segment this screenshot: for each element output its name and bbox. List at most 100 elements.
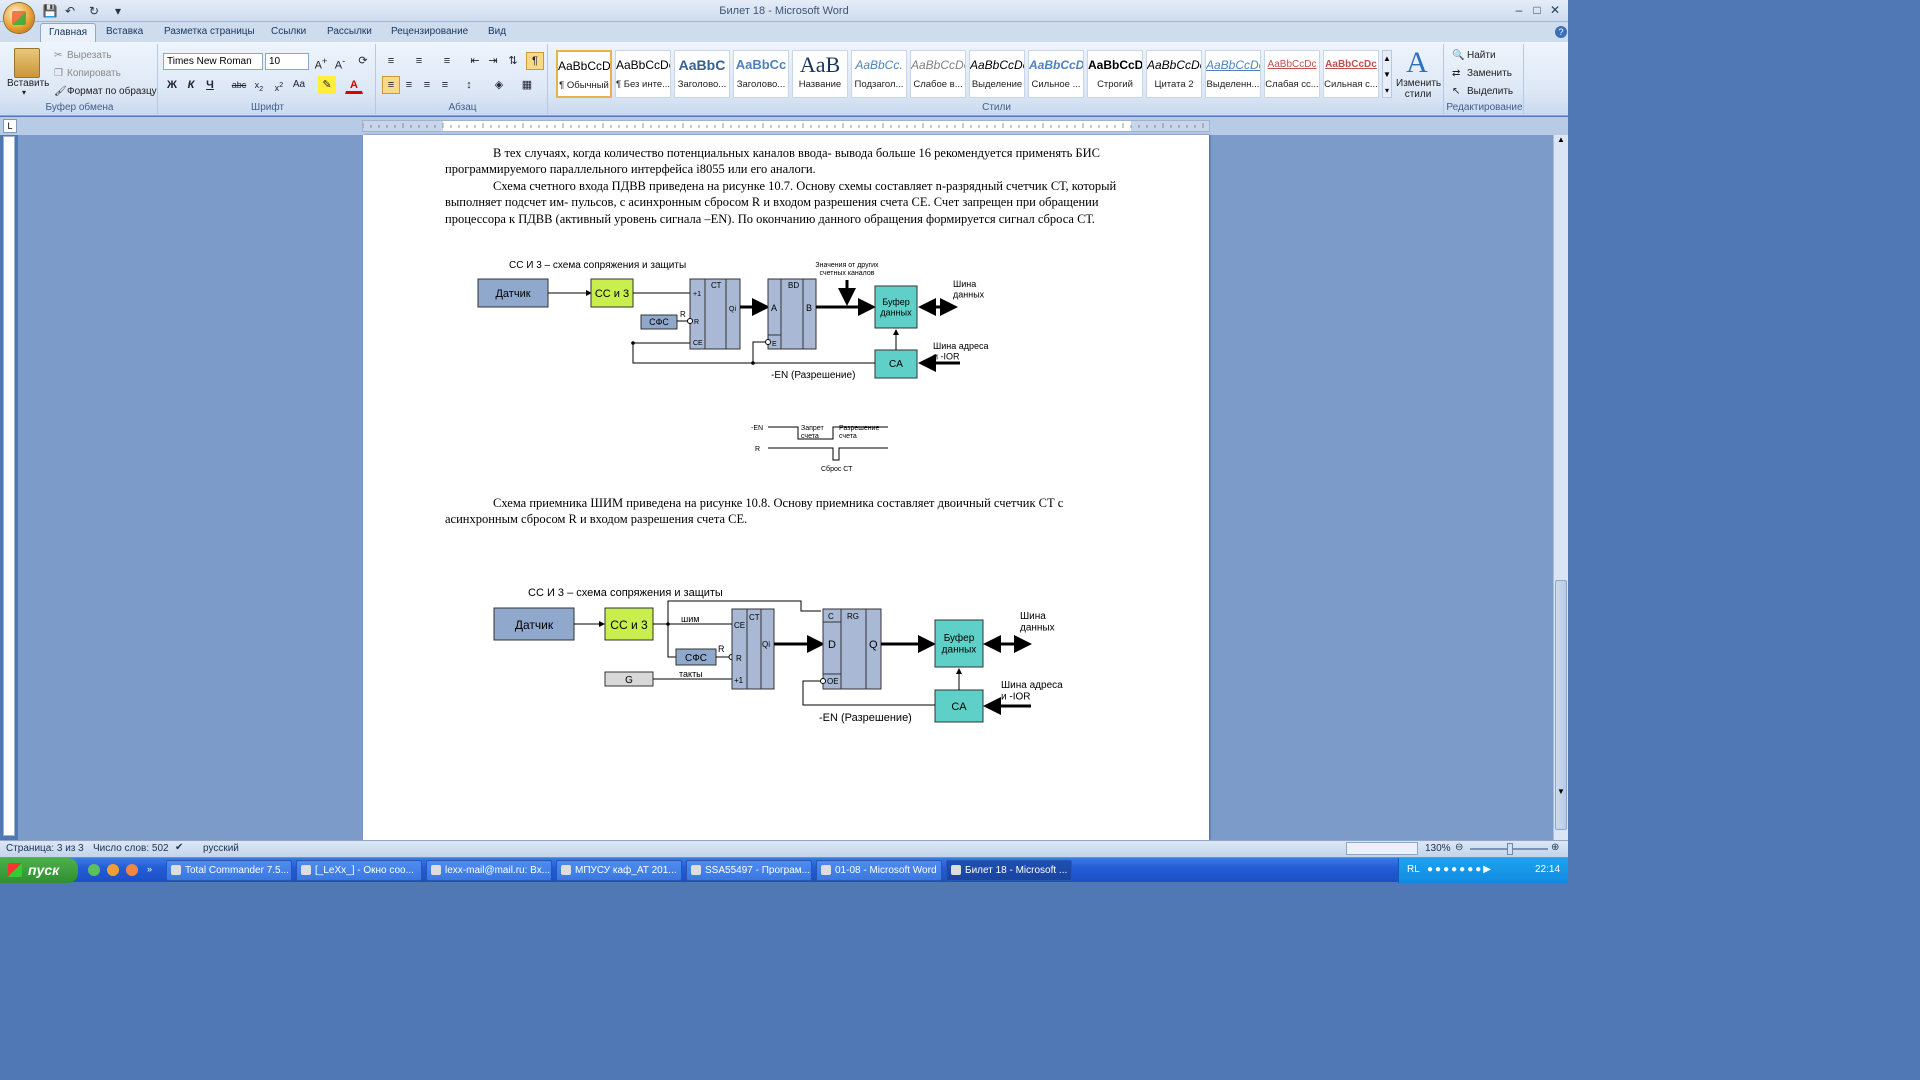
tab-page-layout[interactable]: Разметка страницы xyxy=(164,26,255,37)
task-word-bilet18[interactable]: Билет 18 - Microsoft ... xyxy=(946,860,1072,881)
task-mail[interactable]: lexx-mail@mail.ru: Вх... xyxy=(426,860,552,881)
style-title[interactable]: AaB Название xyxy=(792,50,848,98)
font-size-input[interactable]: 10 xyxy=(265,53,309,70)
increase-indent-icon[interactable]: ⇥ xyxy=(484,52,502,70)
style-subtle-reference[interactable]: AaBbCcDc Слабая сс... xyxy=(1264,50,1320,98)
status-page[interactable]: Страница: 3 из 3 xyxy=(6,843,84,854)
format-painter-button[interactable]: Формат по образцу xyxy=(67,86,157,97)
quicklaunch-icon-2[interactable] xyxy=(107,864,119,876)
tab-insert[interactable]: Вставка xyxy=(106,26,143,37)
tab-view[interactable]: Вид xyxy=(488,26,506,37)
style-strong[interactable]: AaBbCcDcСтрогий xyxy=(1087,50,1143,98)
paragraph-3[interactable]: Схема приемника ШИМ приведена на рисунке… xyxy=(445,495,1125,528)
zoom-out-icon[interactable]: ⊖ xyxy=(1455,842,1463,853)
align-left-icon[interactable]: ≡ xyxy=(382,76,400,94)
decrease-indent-icon[interactable]: ⇤ xyxy=(466,52,484,70)
status-language[interactable]: русский xyxy=(203,843,239,854)
paste-icon[interactable] xyxy=(14,48,40,78)
grow-font-icon[interactable]: A+ xyxy=(312,52,330,72)
clear-formatting-icon[interactable]: ⟳ xyxy=(354,52,372,70)
style-heading-2[interactable]: AaBbCc Заголово... xyxy=(733,50,789,98)
tray-icons[interactable]: ●●●●●●●▶ xyxy=(1427,864,1537,876)
numbering-icon[interactable]: ≡ xyxy=(410,52,428,70)
style-intense-reference[interactable]: AaBbCcDc Сильная с... xyxy=(1323,50,1379,98)
scroll-up-icon[interactable]: ▲ xyxy=(1555,135,1567,147)
style-quote[interactable]: AaBbCcDc Цитата 2 xyxy=(1146,50,1202,98)
zoom-in-icon[interactable]: ⊕ xyxy=(1551,842,1559,853)
paragraph-1[interactable]: В тех случаях, когда количество потенциа… xyxy=(445,145,1125,178)
status-zoom[interactable]: 130% xyxy=(1425,843,1451,854)
replace-button[interactable]: Заменить xyxy=(1467,68,1512,79)
style-heading-1[interactable]: AaBbC Заголово... xyxy=(674,50,730,98)
quicklaunch-icon-3[interactable] xyxy=(126,864,138,876)
line-spacing-icon[interactable]: ↕ xyxy=(460,76,478,94)
shading-icon[interactable]: ◈ xyxy=(490,76,508,94)
align-right-icon[interactable]: ≡ xyxy=(418,76,436,94)
align-center-icon[interactable]: ≡ xyxy=(400,76,418,94)
start-button[interactable]: пуск xyxy=(0,858,78,883)
tray-clock[interactable]: 22:14 xyxy=(1535,864,1560,875)
multilevel-list-icon[interactable]: ≡ xyxy=(438,52,456,70)
subscript-icon[interactable]: x2 xyxy=(250,76,268,94)
task-pdf[interactable]: МПУСУ каф_АТ 201... xyxy=(556,860,682,881)
shrink-font-icon[interactable]: A- xyxy=(331,52,349,72)
tab-review[interactable]: Рецензирование xyxy=(391,26,468,37)
vertical-ruler[interactable] xyxy=(3,136,15,836)
show-marks-icon[interactable]: ¶ xyxy=(526,52,544,70)
justify-icon[interactable]: ≡ xyxy=(436,76,454,94)
quicklaunch-icon-1[interactable] xyxy=(88,864,100,876)
styles-scroll-icon[interactable]: ▲ ▼ ▾ xyxy=(1382,50,1392,98)
task-word-0108[interactable]: 01-08 - Microsoft Word xyxy=(816,860,942,881)
office-button[interactable] xyxy=(4,3,34,33)
select-button[interactable]: Выделить xyxy=(1467,86,1513,97)
help-icon[interactable]: ? xyxy=(1555,26,1567,38)
maximize-button[interactable]: □ xyxy=(1528,3,1546,17)
underline-icon[interactable]: Ч xyxy=(201,76,219,94)
quicklaunch-more-icon[interactable]: » xyxy=(147,864,159,876)
italic-icon[interactable]: К xyxy=(182,76,200,94)
d2-sfs-label: СФС xyxy=(685,653,707,664)
change-styles-button[interactable]: Изменить стили xyxy=(1396,78,1441,100)
style-intense-quote[interactable]: AaBbCcDc Выделенн... xyxy=(1205,50,1261,98)
font-name-input[interactable]: Times New Roman xyxy=(163,53,263,70)
view-buttons[interactable] xyxy=(1346,842,1418,855)
paragraph-2[interactable]: Схема счетного входа ПДВВ приведена на р… xyxy=(445,178,1125,227)
tab-mailings[interactable]: Рассылки xyxy=(327,26,372,37)
tab-selector-icon[interactable]: L xyxy=(3,119,17,133)
task-ssa[interactable]: SSA55497 - Програм... xyxy=(686,860,812,881)
superscript-icon[interactable]: x2 xyxy=(270,76,288,94)
close-button[interactable]: ✕ xyxy=(1546,3,1564,17)
minimize-button[interactable]: – xyxy=(1510,3,1528,17)
find-button[interactable]: Найти xyxy=(1467,50,1496,61)
tray-language[interactable]: RL xyxy=(1407,864,1420,875)
bullets-icon[interactable]: ≡ xyxy=(382,52,400,70)
change-case-icon[interactable]: Aa xyxy=(290,76,308,94)
document-page[interactable]: В тех случаях, когда количество потенциа… xyxy=(363,135,1209,840)
tab-references[interactable]: Ссылки xyxy=(271,26,306,37)
style-no-spacing[interactable]: AaBbCcDc ¶ Без инте... xyxy=(615,50,671,98)
font-color-icon[interactable]: A xyxy=(345,76,363,94)
proofing-icon[interactable]: ✔ xyxy=(175,842,183,853)
highlight-icon[interactable]: ✎ xyxy=(318,76,336,94)
cut-button[interactable]: Вырезать xyxy=(67,50,111,61)
strikethrough-icon[interactable]: abc xyxy=(230,76,248,94)
scroll-down-icon[interactable]: ▼ xyxy=(1555,787,1567,799)
copy-button[interactable]: Копировать xyxy=(67,68,121,79)
style-intense-emphasis[interactable]: AaBbCcDcСильное ... xyxy=(1028,50,1084,98)
paste-button[interactable]: Вставить xyxy=(7,78,49,89)
sort-icon[interactable]: ⇅ xyxy=(504,52,522,70)
status-words[interactable]: Число слов: 502 xyxy=(93,843,169,854)
style-emphasis[interactable]: AaBbCcDc Выделение xyxy=(969,50,1025,98)
task-lexx-window[interactable]: [_LeXx_] - Окно соо... xyxy=(296,860,422,881)
horizontal-ruler[interactable] xyxy=(362,120,1210,132)
borders-icon[interactable]: ▦ xyxy=(518,76,536,94)
zoom-slider-thumb[interactable] xyxy=(1507,843,1513,855)
tab-home[interactable]: Главная xyxy=(40,23,97,42)
paste-dropdown-icon[interactable]: ▾ xyxy=(22,88,26,97)
task-total-commander[interactable]: Total Commander 7.5... xyxy=(166,860,292,881)
style-subtitle[interactable]: AaBbCc. Подзагол... xyxy=(851,50,907,98)
vertical-scrollbar[interactable]: ▲ ▼ xyxy=(1553,135,1568,840)
style-normal[interactable]: AaBbCcDc ¶ Обычный xyxy=(556,50,612,98)
style-subtle-emphasis[interactable]: AaBbCcDc Слабое в... xyxy=(910,50,966,98)
bold-icon[interactable]: Ж xyxy=(163,76,181,94)
